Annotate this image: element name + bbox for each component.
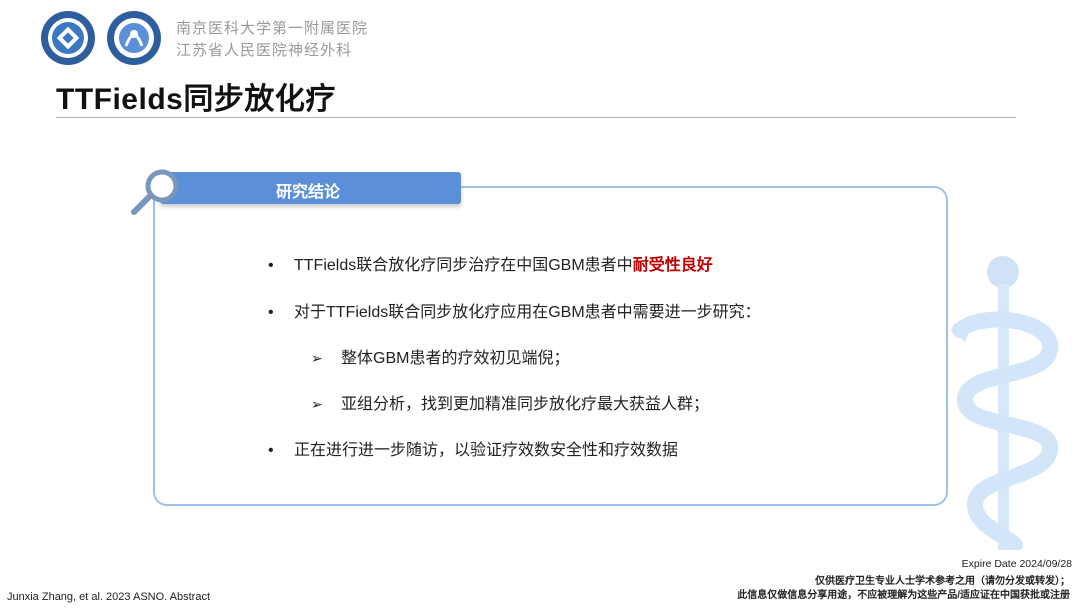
hospital-name-line2: 江苏省人民医院神经外科	[176, 41, 353, 59]
sub-point-1: ➢ 整体GBM患者的疗效初见端倪；	[311, 344, 569, 368]
sub-point-2: ➢ 亚组分析，找到更加精准同步放化疗最大获益人群；	[311, 390, 709, 414]
page-title: TTFields同步放化疗	[56, 83, 336, 116]
magnifier-icon	[131, 169, 179, 215]
hospital-names: 南京医科大学第一附属医院 江苏省人民医院神经外科	[176, 17, 368, 61]
point-highlight: 耐受性良好	[632, 257, 713, 274]
point-text: TTFields联合放化疗同步治疗在中国GBM患者中	[294, 257, 633, 274]
hospital-name-line1: 南京医科大学第一附属医院	[176, 19, 369, 37]
arrow-bullet-icon: ➢	[311, 350, 323, 366]
bullet-icon: •	[268, 442, 274, 459]
point-text: 对于TTFields联合同步放化疗应用在GBM患者中需要进一步研究：	[294, 304, 761, 321]
department-logo	[107, 11, 161, 65]
tab-label: 研究结论	[276, 184, 341, 201]
conclusion-point-2: • 对于TTFields联合同步放化疗应用在GBM患者中需要进一步研究：	[268, 298, 761, 322]
title-divider	[56, 117, 1016, 118]
bullet-icon: •	[268, 304, 274, 321]
sub-point-text: 整体GBM患者的疗效初见端倪；	[341, 350, 570, 367]
citation: Junxia Zhang, et al. 2023 ASNO. Abstract	[7, 591, 211, 603]
conclusion-point-3: • 正在进行进一步随访，以验证疗效数安全性和疗效数据	[268, 436, 678, 460]
conclusion-tab: 研究结论	[160, 172, 461, 204]
disclaimer-line1: 仅供医疗卫生专业人士学术参考之用（请勿分发或转发）；	[815, 576, 1070, 587]
disclaimer-line2: 此信息仅做信息分享用途，不应被理解为这些产品/适应证在中国获批或注册	[737, 590, 1070, 601]
sub-point-text: 亚组分析，找到更加精准同步放化疗最大获益人群；	[341, 396, 710, 413]
caduceus-icon	[950, 256, 1059, 550]
expire-date: Expire Date 2024/09/28	[961, 558, 1072, 570]
point-text: 正在进行进一步随访，以验证疗效数安全性和疗效数据	[294, 442, 679, 459]
arrow-bullet-icon: ➢	[311, 396, 323, 412]
bullet-icon: •	[268, 257, 274, 274]
conclusion-point-1: • TTFields联合放化疗同步治疗在中国GBM患者中耐受性良好	[268, 251, 713, 275]
hospital-logo	[41, 11, 95, 65]
